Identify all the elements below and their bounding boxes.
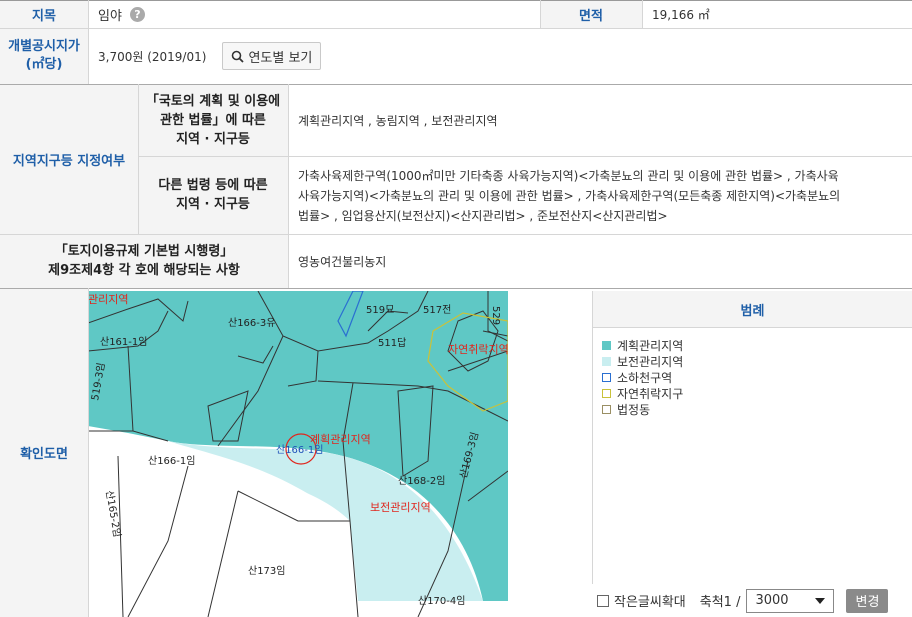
land-price-label-2: (㎡당) (25, 57, 63, 72)
map-zone-label-z3: 자연취락지역 (448, 343, 508, 356)
map-label-p9: 산173임 (248, 564, 286, 577)
chevron-down-icon (815, 597, 826, 604)
grid-line (0, 288, 912, 289)
label-zone-national: 「국토의 계획 및 이용에 관한 법률」에 따른 지역 · 지구등 (138, 84, 288, 156)
grid-line (0, 234, 912, 235)
zone-other-line1: 다른 법령 등에 따른 (158, 178, 268, 193)
value-jimok: 임야 ? (88, 0, 540, 28)
small-text-label: 작은글씨확대 (614, 595, 686, 610)
zone-other-text-3: 법률> , 임업용산지(보전산지)<산지관리법> , 준보전산지<산지관리법> (298, 209, 668, 223)
map-label-p7: 산168-2임 (398, 474, 445, 487)
label-jimok: 지목 (0, 0, 88, 28)
legend-swatch-conservation (602, 356, 611, 366)
label-map: 확인도면 (0, 288, 88, 617)
land-map-svg: 산161-1임 산166-3유 519묘 517전 511답 산166-1임 산… (88, 291, 508, 617)
legend-label-dong: 법정동 (617, 402, 651, 417)
zone-national-line3: 지역 · 지구등 (176, 131, 250, 147)
yearly-view-button[interactable]: 연도별 보기 (222, 42, 322, 70)
value-land-regulation: 영농여건불리농지 (298, 254, 387, 269)
legend-label-stream: 소하천구역 (617, 370, 673, 385)
legend-item-dong: 법정동 (602, 401, 912, 417)
legend-swatch-planning (602, 340, 611, 350)
label-zone: 지역지구등 지정여부 (0, 84, 138, 234)
help-icon[interactable]: ? (129, 6, 145, 22)
search-icon (232, 50, 245, 63)
legend-item-conservation: 보전관리지역 (602, 353, 912, 369)
grid-line (540, 0, 541, 28)
map-label-p2: 산166-3유 (228, 317, 275, 329)
map-controls: 작은글씨확대 축척1 / 3000 변경 (592, 584, 912, 617)
grid-line (288, 84, 289, 288)
grid-line (642, 0, 643, 28)
value-land-price: 3,700원 (2019/01) 연도별 보기 (88, 28, 912, 84)
legend-item-stream: 소하천구역 (602, 369, 912, 385)
value-zone-national: 계획관리지역 , 농림지역 , 보전관리지역 (298, 113, 498, 128)
grid-line (0, 0, 912, 1)
map-label-p3: 519묘 (366, 305, 394, 316)
legend-label-village: 자연취락지구 (617, 386, 684, 401)
grid-line (88, 0, 89, 84)
legend-item-planning: 계획관리지역 (602, 337, 912, 353)
legend-swatch-stream (602, 372, 611, 382)
scale-change-button[interactable]: 변경 (846, 588, 889, 613)
land-price-text: 3,700원 (2019/01) (98, 49, 207, 64)
legend-list: 계획관리지역 보전관리지역 소하천구역 자연취락지구 법정동 (593, 328, 912, 417)
map-zone-label-z1: 계획관리지역 (310, 433, 371, 446)
land-price-label-1: 개별공시지가 (8, 39, 80, 54)
land-regulation-line1: 「토지이용규제 기본법 시행령」 (54, 244, 234, 259)
label-land-regulation: 「토지이용규제 기본법 시행령」 제9조제4항 각 호에 해당되는 사항 (0, 234, 288, 288)
zone-other-text-1: 가축사육제한구역(1000㎡미만 기타축종 사육가능지역)<가축분뇨의 관리 및… (298, 169, 839, 183)
jimok-text: 임야 (98, 8, 122, 24)
grid-line (0, 28, 912, 29)
zone-national-line2: 관한 법률」에 따른 (160, 112, 266, 128)
grid-line (0, 84, 912, 85)
map-zone-label-z2: 보전관리지역 (370, 501, 431, 514)
label-zone-other: 다른 법령 등에 따른 지역 · 지구등 (138, 156, 288, 234)
legend-swatch-village (602, 388, 611, 398)
map-label-p10: 산170-4임 (418, 594, 465, 607)
label-land-price: 개별공시지가 (㎡당) (0, 28, 88, 84)
yearly-view-label: 연도별 보기 (248, 50, 313, 66)
zone-other-text-2: 사육가능지역)<가축분뇨의 관리 및 이용에 관한 법률> , 가축사육제한구역… (298, 189, 841, 203)
grid-line (138, 156, 912, 157)
zone-other-line2: 지역 · 지구등 (176, 197, 250, 212)
grid-line (138, 84, 139, 234)
small-text-checkbox[interactable] (597, 594, 609, 607)
legend-header: 범례 (593, 291, 912, 328)
value-area: 19,166 ㎡ (652, 7, 710, 22)
map-zone-label-z4: 관리지역 (88, 293, 128, 306)
value-zone-other: 가축사육제한구역(1000㎡미만 기타축종 사육가능지역)<가축분뇨의 관리 및… (288, 156, 912, 234)
land-regulation-line2: 제9조제4항 각 호에 해당되는 사항 (48, 263, 240, 278)
map-label-p14: 529 (490, 306, 501, 325)
legend-item-village: 자연취락지구 (602, 385, 912, 401)
label-area: 면적 (540, 0, 642, 28)
legend-label-conservation: 보전관리지역 (617, 354, 684, 369)
legend-label-planning: 계획관리지역 (617, 338, 684, 353)
scale-label: 축척1 / (699, 595, 741, 610)
map-label-p5: 511답 (378, 337, 406, 349)
scale-select-value: 3000 (755, 593, 789, 608)
scale-select[interactable]: 3000 (746, 588, 835, 613)
map-label-p6: 산166-1임 (148, 454, 195, 467)
zone-national-line1: 「국토의 계획 및 이용에 (145, 93, 281, 109)
grid-line (88, 288, 89, 617)
map-label-p4: 517전 (423, 304, 451, 316)
legend-swatch-dong (602, 404, 611, 414)
map-label-p1: 산161-1임 (100, 335, 147, 348)
land-map[interactable]: 산161-1임 산166-3유 519묘 517전 511답 산166-1임 산… (88, 291, 508, 617)
legend-panel: 범례 계획관리지역 보전관리지역 소하천구역 자연취락지구 법정동 (592, 291, 912, 617)
